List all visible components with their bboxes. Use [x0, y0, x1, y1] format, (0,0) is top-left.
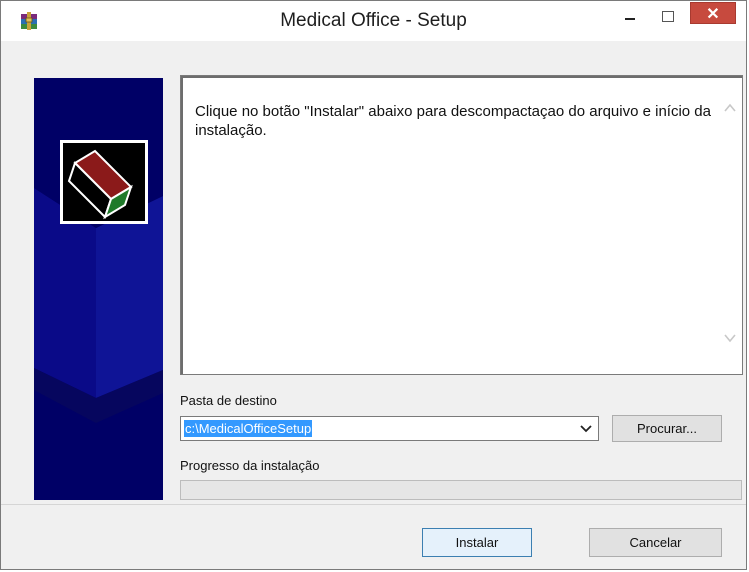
install-instructions: Clique no botão "Instalar" abaixo para d…: [195, 103, 711, 139]
chevron-down-icon[interactable]: [724, 332, 736, 344]
chevron-up-icon[interactable]: [724, 102, 736, 114]
install-progress-bar: [180, 480, 742, 500]
destination-value[interactable]: c:\MedicalOfficeSetup: [184, 420, 313, 437]
setup-window: Medical Office - Setup ✕ Clique no botão…: [0, 0, 747, 570]
progress-label: Progresso da instalação: [180, 458, 320, 473]
message-textarea[interactable]: Clique no botão "Instalar" abaixo para d…: [180, 75, 743, 375]
product-logo: [60, 140, 148, 224]
install-button[interactable]: Instalar: [422, 528, 532, 557]
chevron-down-icon[interactable]: [580, 424, 592, 434]
close-icon: ✕: [706, 6, 720, 23]
package-box-icon: [67, 149, 133, 220]
client-area: Clique no botão "Instalar" abaixo para d…: [8, 41, 743, 504]
close-button[interactable]: ✕: [690, 2, 736, 24]
cancel-button[interactable]: Cancelar: [589, 528, 722, 557]
destination-combobox[interactable]: c:\MedicalOfficeSetup: [180, 416, 599, 441]
browse-button[interactable]: Procurar...: [612, 415, 722, 442]
title-bar[interactable]: Medical Office - Setup ✕: [1, 1, 746, 41]
destination-label: Pasta de destino: [180, 393, 277, 408]
maximize-button[interactable]: [649, 5, 685, 31]
setup-banner: [34, 78, 163, 500]
minimize-button[interactable]: [615, 5, 645, 31]
button-footer: Instalar Cancelar: [1, 505, 746, 569]
